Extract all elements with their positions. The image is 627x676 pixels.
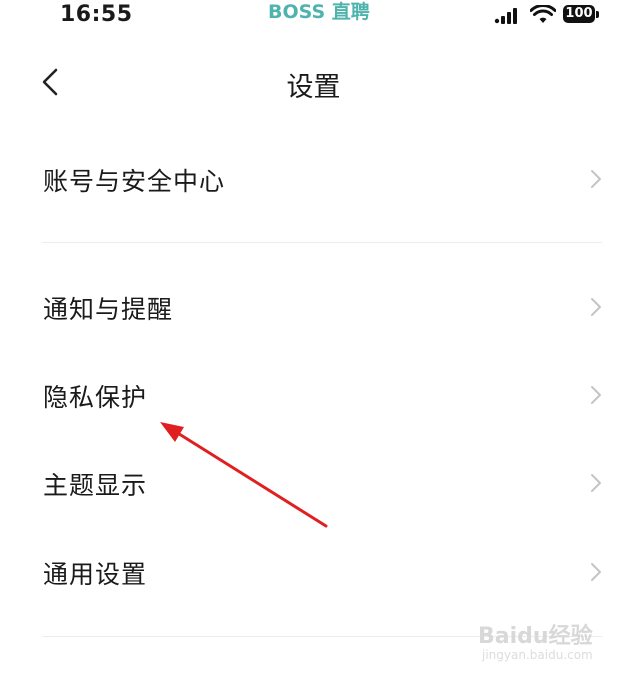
wifi-icon [530, 5, 556, 23]
watermark-url: jingyan.baidu.com [482, 648, 593, 662]
chevron-right-icon [591, 474, 601, 492]
page-title: 设置 [286, 72, 341, 103]
watermark-logo: Baidu经验 [478, 624, 593, 649]
settings-item-label: 通知与提醒 [43, 295, 174, 324]
chevron-right-icon [591, 386, 601, 404]
settings-item-label: 主题显示 [43, 471, 148, 500]
status-bar: 16:55 BOSS 直聘 100 [0, 0, 627, 36]
settings-item-label: 通用设置 [43, 560, 148, 589]
status-time: 16:55 [60, 2, 133, 27]
settings-item-theme[interactable]: 主题显示 [0, 450, 627, 516]
chevron-right-icon [591, 298, 601, 316]
settings-item-general[interactable]: 通用设置 [0, 539, 627, 605]
chevron-right-icon [591, 563, 601, 581]
battery-icon: 100 [563, 5, 599, 25]
battery-tip [596, 11, 599, 18]
section-divider [42, 242, 602, 243]
chevron-right-icon [591, 170, 601, 188]
settings-item-label: 隐私保护 [43, 383, 148, 412]
settings-item-label: 账号与安全中心 [43, 167, 226, 196]
settings-item-privacy[interactable]: 隐私保护 [0, 362, 627, 428]
signal-icon [494, 8, 517, 24]
battery-level: 100 [563, 5, 595, 23]
status-app-name: BOSS 直聘 [268, 1, 370, 23]
settings-item-notifications[interactable]: 通知与提醒 [0, 274, 627, 340]
nav-bar: 设置 [0, 52, 627, 112]
settings-item-account-security[interactable]: 账号与安全中心 [0, 146, 627, 212]
